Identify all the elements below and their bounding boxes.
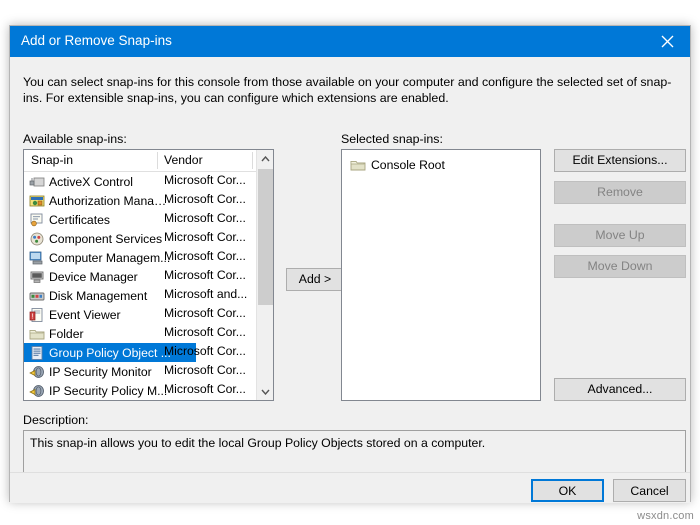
list-item-name: Certificates <box>49 212 110 227</box>
list-item[interactable]: ! Event Viewer Microsoft Cor... <box>24 305 258 324</box>
intro-text: You can select snap-ins for this console… <box>23 75 672 105</box>
component-services-icon <box>29 231 45 247</box>
list-item-vendor: Microsoft Cor... <box>164 344 246 358</box>
watermark: wsxdn.com <box>637 510 694 522</box>
edit-extensions-button[interactable]: Edit Extensions... <box>554 149 686 172</box>
folder-icon <box>350 157 366 173</box>
computer-management-icon <box>29 250 45 266</box>
list-item-name: Event Viewer <box>49 307 121 322</box>
group-policy-object-icon <box>29 345 45 361</box>
device-manager-icon <box>29 269 45 285</box>
column-header-vendor[interactable]: Vendor <box>164 153 203 167</box>
list-item-name: Computer Managem... <box>49 250 171 265</box>
list-item[interactable]: IP Security Policy M... Microsoft Cor... <box>24 381 258 400</box>
move-up-button: Move Up <box>554 224 686 247</box>
list-item[interactable]: Disk Management Microsoft and... <box>24 286 258 305</box>
list-item-vendor: Microsoft Cor... <box>164 192 246 206</box>
column-header-snapin[interactable]: Snap-in <box>31 153 73 167</box>
chevron-up-icon[interactable] <box>257 150 273 167</box>
svg-text:!: ! <box>32 313 34 320</box>
list-item-vendor: Microsoft Cor... <box>164 268 246 282</box>
remove-button: Remove <box>554 181 686 204</box>
list-item[interactable]: ActiveX Control Microsoft Cor... <box>24 172 258 191</box>
activex-control-icon <box>29 174 45 190</box>
list-item-vendor: Microsoft Cor... <box>164 325 246 339</box>
scrollbar-thumb[interactable] <box>258 169 273 305</box>
dialog-body: You can select snap-ins for this console… <box>10 57 690 503</box>
ip-security-monitor-icon <box>29 364 45 380</box>
list-header: Snap-in Vendor <box>24 150 273 172</box>
list-item-vendor: Microsoft Cor... <box>164 363 246 377</box>
add-button[interactable]: Add > <box>286 268 344 291</box>
ip-security-policy-icon <box>29 383 45 399</box>
selected-snapins-panel[interactable]: Console Root <box>341 149 541 401</box>
list-item-vendor: Microsoft Cor... <box>164 382 246 396</box>
list-item-name: Device Manager <box>49 269 138 284</box>
screenshot-root: Add or Remove Snap-ins You can select sn… <box>0 0 700 525</box>
advanced-button[interactable]: Advanced... <box>554 378 686 401</box>
dialog-title: Add or Remove Snap-ins <box>21 33 172 48</box>
list-rows: ActiveX Control Microsoft Cor... Authoriza… <box>24 172 258 400</box>
column-divider <box>252 152 253 169</box>
list-item-name: Group Policy Object ... <box>49 345 171 360</box>
dialog-titlebar: Add or Remove Snap-ins <box>10 26 690 57</box>
list-item[interactable]: Group Policy Object ... Microsoft Cor... <box>24 343 246 362</box>
list-item-name: ActiveX Control <box>49 174 133 189</box>
list-item[interactable]: Computer Managem... Microsoft Cor... <box>24 248 258 267</box>
list-item-name: Disk Management <box>49 288 148 303</box>
add-remove-snapins-dialog: Add or Remove Snap-ins You can select sn… <box>9 25 691 503</box>
list-item-name: Component Services <box>49 231 163 246</box>
disk-management-icon <box>29 288 45 304</box>
list-item[interactable]: IP Security Monitor Microsoft Cor... <box>24 362 258 381</box>
list-item-vendor: Microsoft and... <box>164 287 248 301</box>
description-text: This snap-in allows you to edit the loca… <box>30 436 486 450</box>
ok-button[interactable]: OK <box>531 479 604 502</box>
folder-icon <box>29 326 45 342</box>
list-item-vendor: Microsoft Cor... <box>164 211 246 225</box>
certificates-icon <box>29 212 45 228</box>
chevron-down-icon[interactable] <box>257 383 273 400</box>
list-item[interactable]: Certificates Microsoft Cor... <box>24 210 258 229</box>
list-item-name: Authorization Manager <box>49 193 171 208</box>
selected-snapins-label: Selected snap-ins: <box>341 132 443 146</box>
move-down-button: Move Down <box>554 255 686 278</box>
tree-item-console-root[interactable]: Console Root <box>350 155 540 174</box>
authorization-manager-icon <box>29 193 45 209</box>
available-snapins-label: Available snap-ins: <box>23 132 127 146</box>
list-item-vendor: Microsoft Cor... <box>164 230 246 244</box>
list-item-name: IP Security Policy M... <box>49 383 168 398</box>
tree-item-label: Console Root <box>371 157 445 172</box>
description-label: Description: <box>23 413 89 427</box>
list-item[interactable]: Authorization Manager Microsoft Cor... <box>24 191 258 210</box>
dialog-footer: OK Cancel <box>10 473 690 503</box>
cancel-button[interactable]: Cancel <box>613 479 686 502</box>
list-item[interactable]: Device Manager Microsoft Cor... <box>24 267 258 286</box>
available-snapins-list[interactable]: Snap-in Vendor ActiveX Control Microsoft … <box>23 149 274 401</box>
list-item[interactable]: Component Services Microsoft Cor... <box>24 229 258 248</box>
list-item-vendor: Microsoft Cor... <box>164 249 246 263</box>
event-viewer-icon: ! <box>29 307 45 323</box>
column-divider <box>157 152 158 169</box>
close-icon[interactable] <box>644 26 690 57</box>
list-item-vendor: Microsoft Cor... <box>164 306 246 320</box>
list-item-vendor: Microsoft Cor... <box>164 173 246 187</box>
list-item-name: IP Security Monitor <box>49 364 152 379</box>
list-item-name: Folder <box>49 326 84 341</box>
list-scrollbar[interactable] <box>256 150 273 400</box>
list-item[interactable]: Folder Microsoft Cor... <box>24 324 258 343</box>
